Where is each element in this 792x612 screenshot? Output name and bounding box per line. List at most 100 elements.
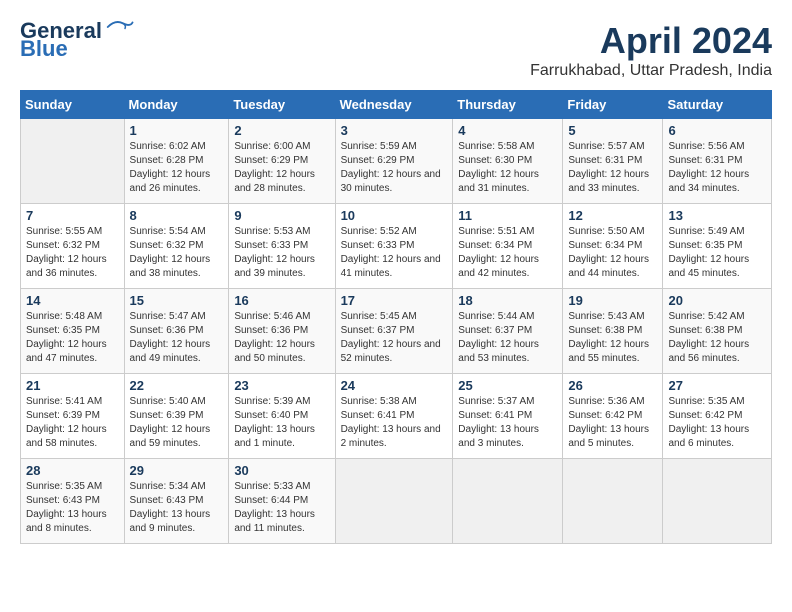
calendar-day-cell: 26 Sunrise: 5:36 AMSunset: 6:42 PMDayligh… [563, 374, 663, 459]
day-number: 25 [458, 378, 557, 393]
day-info: Sunrise: 5:54 AMSunset: 6:32 PMDaylight:… [130, 225, 224, 281]
day-of-week-header: Wednesday [335, 91, 453, 119]
calendar-header-row: SundayMondayTuesdayWednesdayThursdayFrid… [21, 91, 772, 119]
calendar-day-cell: 20Sunrise: 5:42 AMSunset: 6:38 PMDayligh… [663, 289, 772, 374]
day-number: 4 [458, 123, 557, 138]
calendar-day-cell: 13 Sunrise: 5:49 AMSunset: 6:35 PMDayligh… [663, 204, 772, 289]
day-number: 9 [234, 208, 329, 223]
day-info: Sunrise: 5:49 AMSunset: 6:35 PMDaylight:… [668, 225, 766, 281]
calendar-day-cell: 23Sunrise: 5:39 AMSunset: 6:40 PMDayligh… [229, 374, 335, 459]
day-info: Sunrise: 5:37 AMSunset: 6:41 PMDaylight:… [458, 395, 557, 451]
day-info: Sunrise: 5:38 AMSunset: 6:41 PMDaylight:… [341, 395, 448, 451]
location-title: Farrukhabad, Uttar Pradesh, India [530, 62, 772, 80]
logo-blue-text: Blue [20, 38, 68, 60]
day-info: Sunrise: 5:34 AMSunset: 6:43 PMDaylight:… [130, 480, 224, 536]
calendar-day-cell: 7 Sunrise: 5:55 AMSunset: 6:32 PMDaylight… [21, 204, 125, 289]
calendar-day-cell [663, 459, 772, 544]
day-info: Sunrise: 5:41 AMSunset: 6:39 PMDaylight:… [26, 395, 119, 451]
day-info: Sunrise: 5:48 AMSunset: 6:35 PMDaylight:… [26, 310, 119, 366]
calendar-week-row: 7 Sunrise: 5:55 AMSunset: 6:32 PMDaylight… [21, 204, 772, 289]
calendar-day-cell: 18Sunrise: 5:44 AMSunset: 6:37 PMDayligh… [453, 289, 563, 374]
day-info: Sunrise: 5:52 AMSunset: 6:33 PMDaylight:… [341, 225, 448, 281]
day-number: 11 [458, 208, 557, 223]
calendar-day-cell: 16 Sunrise: 5:46 AMSunset: 6:36 PMDayligh… [229, 289, 335, 374]
calendar-day-cell: 9 Sunrise: 5:53 AMSunset: 6:33 PMDaylight… [229, 204, 335, 289]
day-number: 13 [668, 208, 766, 223]
calendar-day-cell: 14 Sunrise: 5:48 AMSunset: 6:35 PMDayligh… [21, 289, 125, 374]
day-number: 14 [26, 293, 119, 308]
page-header: General Blue April 2024 Farrukhabad, Utt… [20, 20, 772, 80]
calendar-day-cell: 12 Sunrise: 5:50 AMSunset: 6:34 PMDayligh… [563, 204, 663, 289]
calendar-day-cell: 5 Sunrise: 5:57 AMSunset: 6:31 PMDaylight… [563, 119, 663, 204]
calendar-day-cell: 21 Sunrise: 5:41 AMSunset: 6:39 PMDayligh… [21, 374, 125, 459]
logo: General Blue [20, 20, 134, 60]
day-number: 17 [341, 293, 448, 308]
calendar-day-cell [563, 459, 663, 544]
day-number: 15 [130, 293, 224, 308]
calendar-table: SundayMondayTuesdayWednesdayThursdayFrid… [20, 90, 772, 544]
day-number: 19 [568, 293, 657, 308]
day-number: 18 [458, 293, 557, 308]
day-number: 28 [26, 463, 119, 478]
calendar-day-cell: 17Sunrise: 5:45 AMSunset: 6:37 PMDayligh… [335, 289, 453, 374]
day-info: Sunrise: 5:46 AMSunset: 6:36 PMDaylight:… [234, 310, 329, 366]
calendar-day-cell: 24Sunrise: 5:38 AMSunset: 6:41 PMDayligh… [335, 374, 453, 459]
calendar-week-row: 14 Sunrise: 5:48 AMSunset: 6:35 PMDayligh… [21, 289, 772, 374]
day-number: 5 [568, 123, 657, 138]
calendar-day-cell: 25 Sunrise: 5:37 AMSunset: 6:41 PMDayligh… [453, 374, 563, 459]
day-number: 6 [668, 123, 766, 138]
day-info: Sunrise: 5:50 AMSunset: 6:34 PMDaylight:… [568, 225, 657, 281]
day-number: 7 [26, 208, 119, 223]
calendar-week-row: 21 Sunrise: 5:41 AMSunset: 6:39 PMDayligh… [21, 374, 772, 459]
day-info: Sunrise: 5:53 AMSunset: 6:33 PMDaylight:… [234, 225, 329, 281]
day-number: 12 [568, 208, 657, 223]
calendar-day-cell: 27Sunrise: 5:35 AMSunset: 6:42 PMDayligh… [663, 374, 772, 459]
calendar-day-cell: 10 Sunrise: 5:52 AMSunset: 6:33 PMDayligh… [335, 204, 453, 289]
day-number: 2 [234, 123, 329, 138]
day-number: 23 [234, 378, 329, 393]
day-info: Sunrise: 5:55 AMSunset: 6:32 PMDaylight:… [26, 225, 119, 281]
day-info: Sunrise: 5:57 AMSunset: 6:31 PMDaylight:… [568, 140, 657, 196]
calendar-day-cell: 28 Sunrise: 5:35 AMSunset: 6:43 PMDayligh… [21, 459, 125, 544]
day-info: Sunrise: 6:00 AMSunset: 6:29 PMDaylight:… [234, 140, 329, 196]
day-info: Sunrise: 5:42 AMSunset: 6:38 PMDaylight:… [668, 310, 766, 366]
calendar-day-cell: 30 Sunrise: 5:33 AMSunset: 6:44 PMDayligh… [229, 459, 335, 544]
day-info: Sunrise: 5:58 AMSunset: 6:30 PMDaylight:… [458, 140, 557, 196]
day-of-week-header: Monday [124, 91, 229, 119]
day-info: Sunrise: 5:51 AMSunset: 6:34 PMDaylight:… [458, 225, 557, 281]
day-number: 21 [26, 378, 119, 393]
calendar-day-cell: 22 Sunrise: 5:40 AMSunset: 6:39 PMDayligh… [124, 374, 229, 459]
calendar-day-cell [21, 119, 125, 204]
day-info: Sunrise: 5:56 AMSunset: 6:31 PMDaylight:… [668, 140, 766, 196]
calendar-day-cell: 1Sunrise: 6:02 AMSunset: 6:28 PMDaylight… [124, 119, 229, 204]
day-info: Sunrise: 5:36 AMSunset: 6:42 PMDaylight:… [568, 395, 657, 451]
day-of-week-header: Friday [563, 91, 663, 119]
day-info: Sunrise: 5:59 AMSunset: 6:29 PMDaylight:… [341, 140, 448, 196]
day-number: 22 [130, 378, 224, 393]
day-info: Sunrise: 5:43 AMSunset: 6:38 PMDaylight:… [568, 310, 657, 366]
day-number: 10 [341, 208, 448, 223]
calendar-day-cell: 15Sunrise: 5:47 AMSunset: 6:36 PMDayligh… [124, 289, 229, 374]
day-number: 3 [341, 123, 448, 138]
day-number: 26 [568, 378, 657, 393]
calendar-day-cell: 29Sunrise: 5:34 AMSunset: 6:43 PMDayligh… [124, 459, 229, 544]
calendar-day-cell: 11 Sunrise: 5:51 AMSunset: 6:34 PMDayligh… [453, 204, 563, 289]
day-number: 8 [130, 208, 224, 223]
calendar-day-cell: 2 Sunrise: 6:00 AMSunset: 6:29 PMDaylight… [229, 119, 335, 204]
calendar-day-cell: 19 Sunrise: 5:43 AMSunset: 6:38 PMDayligh… [563, 289, 663, 374]
day-of-week-header: Saturday [663, 91, 772, 119]
day-number: 16 [234, 293, 329, 308]
day-info: Sunrise: 5:40 AMSunset: 6:39 PMDaylight:… [130, 395, 224, 451]
calendar-day-cell: 6 Sunrise: 5:56 AMSunset: 6:31 PMDaylight… [663, 119, 772, 204]
calendar-week-row: 1Sunrise: 6:02 AMSunset: 6:28 PMDaylight… [21, 119, 772, 204]
day-info: Sunrise: 5:35 AMSunset: 6:42 PMDaylight:… [668, 395, 766, 451]
title-area: April 2024 Farrukhabad, Uttar Pradesh, I… [530, 20, 772, 80]
calendar-day-cell [335, 459, 453, 544]
month-title: April 2024 [530, 20, 772, 62]
calendar-day-cell: 4 Sunrise: 5:58 AMSunset: 6:30 PMDaylight… [453, 119, 563, 204]
day-number: 30 [234, 463, 329, 478]
day-info: Sunrise: 5:35 AMSunset: 6:43 PMDaylight:… [26, 480, 119, 536]
day-number: 1 [130, 123, 224, 138]
day-info: Sunrise: 5:33 AMSunset: 6:44 PMDaylight:… [234, 480, 329, 536]
logo-bird-icon [104, 18, 134, 36]
